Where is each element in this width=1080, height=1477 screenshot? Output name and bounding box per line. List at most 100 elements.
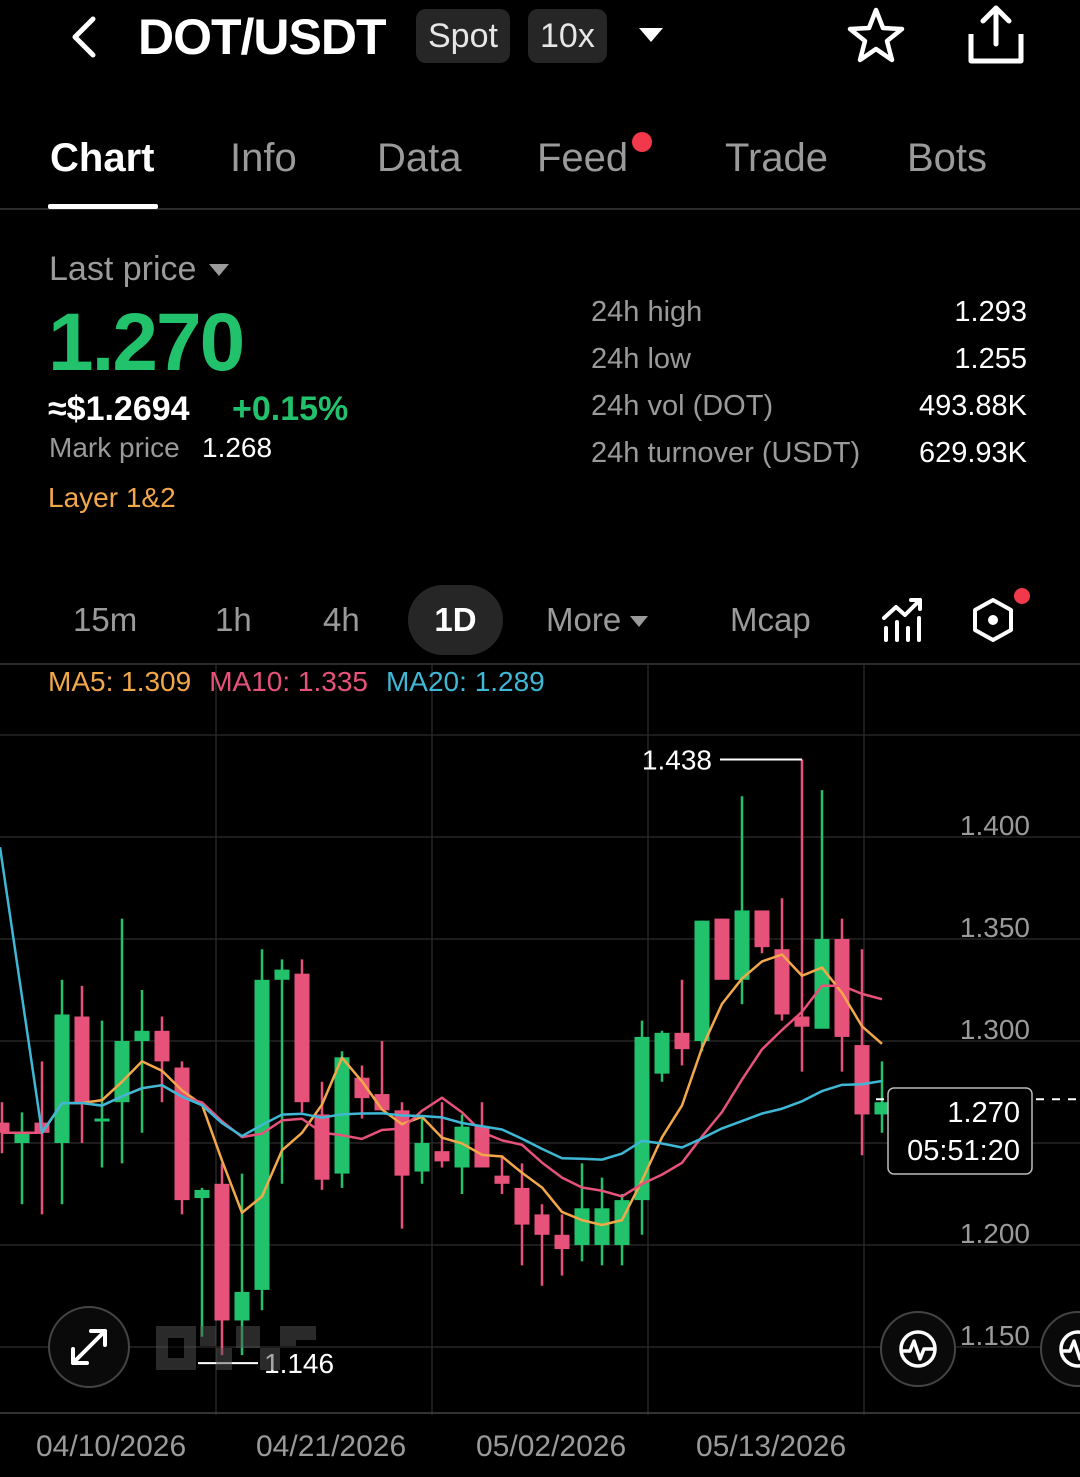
- tab-trade[interactable]: Trade: [725, 136, 828, 181]
- timeframe-more[interactable]: More: [546, 601, 649, 639]
- globe-chart-icon: [1059, 1330, 1080, 1368]
- candle-body: [434, 1151, 450, 1162]
- candle-body: [634, 1036, 650, 1201]
- stat-label-turnover: 24h turnover (USDT): [591, 437, 861, 469]
- mark-price-value: 1.268: [202, 432, 273, 463]
- price-change-percent: +0.15%: [232, 390, 349, 428]
- x-axis-date: 05/02/2026: [476, 1430, 627, 1463]
- y-axis-tick: 1.300: [960, 1014, 1030, 1045]
- candle-body: [574, 1208, 590, 1245]
- last-price-value: 1.270: [48, 297, 245, 388]
- candle-body: [234, 1291, 250, 1321]
- y-axis-tick: 1.200: [960, 1218, 1030, 1249]
- expand-icon: [71, 1329, 107, 1365]
- last-price-label: Last price: [49, 250, 197, 288]
- stat-value-high: 1.293: [954, 296, 1027, 328]
- candle-body: [414, 1143, 430, 1172]
- candle-body: [294, 973, 310, 1103]
- candle-body: [214, 1183, 230, 1321]
- ma10-legend: MA10: 1.335: [209, 666, 368, 697]
- mark-price-label: Mark price: [49, 432, 180, 463]
- x-axis-date: 04/10/2026: [36, 1430, 187, 1463]
- candle-body: [274, 969, 290, 980]
- high-price-marker: 1.438: [642, 744, 712, 775]
- indicators-icon[interactable]: [880, 596, 926, 642]
- candle-body: [514, 1187, 530, 1225]
- last-price-selector[interactable]: Last price: [49, 250, 230, 289]
- pair-dropdown-icon[interactable]: [636, 24, 666, 48]
- y-axis-tick: 1.350: [960, 912, 1030, 943]
- candle-body: [154, 1030, 170, 1062]
- ma20-legend: MA20: 1.289: [385, 666, 545, 697]
- share-icon[interactable]: [966, 4, 1026, 66]
- stat-value-turnover: 629.93K: [918, 437, 1027, 469]
- stat-label-volume: 24h vol (DOT): [591, 390, 774, 422]
- chart-settings-icon[interactable]: [970, 597, 1016, 643]
- chevron-down-icon: [209, 263, 230, 276]
- ma5-line: [2, 953, 883, 1227]
- candle-body: [734, 910, 750, 980]
- back-arrow-icon[interactable]: [62, 12, 106, 62]
- candle-body: [94, 1118, 110, 1122]
- candle-body: [194, 1189, 210, 1199]
- stat-value-low: 1.255: [954, 343, 1027, 375]
- timeframe-15m[interactable]: 15m: [73, 601, 137, 639]
- tab-chart[interactable]: Chart: [50, 136, 154, 181]
- tab-bots[interactable]: Bots: [907, 136, 987, 181]
- header: DOT/USDT Spot 10x: [0, 0, 1080, 80]
- timeframe-1d[interactable]: 1D: [408, 585, 503, 655]
- stat-label-high: 24h high: [591, 296, 703, 328]
- candle-body: [654, 1032, 670, 1074]
- candle-body: [314, 1114, 330, 1180]
- timeframe-1h[interactable]: 1h: [215, 601, 252, 639]
- x-axis-date: 04/21/2026: [256, 1430, 407, 1463]
- candle-body: [594, 1208, 610, 1245]
- stat-label-low: 24h low: [591, 343, 691, 375]
- chart-mode-button[interactable]: [880, 1311, 956, 1387]
- moving-average-legend: MA5: 1.309 MA10: 1.335 MA20: 1.289: [48, 666, 545, 698]
- fullscreen-button[interactable]: [48, 1306, 130, 1388]
- y-axis-tick: 1.400: [960, 810, 1030, 841]
- candle-body: [174, 1067, 190, 1201]
- candle-body: [674, 1032, 690, 1050]
- candle-body: [854, 1045, 870, 1115]
- category-tag[interactable]: Layer 1&2: [48, 482, 176, 514]
- current-price-label: 1.270: [947, 1097, 1020, 1129]
- globe-chart-icon: [899, 1330, 937, 1368]
- candle-body: [694, 920, 710, 1041]
- candle-body: [754, 910, 770, 948]
- usd-equivalent: ≈$1.2694: [48, 390, 190, 428]
- x-axis-date: 05/13/2026: [696, 1430, 847, 1463]
- market-type-badge[interactable]: Spot: [416, 9, 510, 63]
- pair-title[interactable]: DOT/USDT: [138, 8, 387, 66]
- favorite-star-icon[interactable]: [846, 6, 906, 66]
- leverage-badge[interactable]: 10x: [528, 9, 607, 63]
- candlestick-chart[interactable]: 1.4001.3501.3001.2001.1501.4381.1461.270…: [0, 665, 1080, 1415]
- candle-body: [554, 1234, 570, 1250]
- candle-body: [494, 1175, 510, 1184]
- candle-countdown: 05:51:20: [907, 1135, 1020, 1167]
- candle-body: [74, 1016, 90, 1103]
- y-axis-tick: 1.150: [960, 1320, 1030, 1351]
- settings-notification-dot: [1014, 588, 1030, 604]
- candle-body: [814, 939, 830, 1029]
- candle-body: [54, 1014, 70, 1143]
- stat-value-volume: 493.88K: [918, 390, 1027, 422]
- candle-body: [134, 1030, 150, 1041]
- chevron-down-icon: [630, 616, 649, 628]
- tab-data[interactable]: Data: [377, 136, 462, 181]
- feed-notification-dot: [632, 132, 652, 152]
- candle-body: [14, 1132, 30, 1143]
- main-tabs: Chart Info Data Feed Trade Bots: [0, 110, 1080, 210]
- tab-feed[interactable]: Feed: [537, 136, 628, 181]
- candle-body: [714, 918, 730, 980]
- mcap-toggle[interactable]: Mcap: [730, 601, 811, 639]
- exchange-watermark-logo: [156, 1326, 316, 1370]
- timeframe-more-label: More: [546, 601, 622, 638]
- tab-info[interactable]: Info: [230, 136, 297, 181]
- ma5-legend: MA5: 1.309: [48, 666, 192, 697]
- active-tab-indicator: [48, 204, 158, 209]
- candle-body: [534, 1214, 550, 1235]
- timeframe-4h[interactable]: 4h: [323, 601, 360, 639]
- candle-body: [0, 1122, 10, 1133]
